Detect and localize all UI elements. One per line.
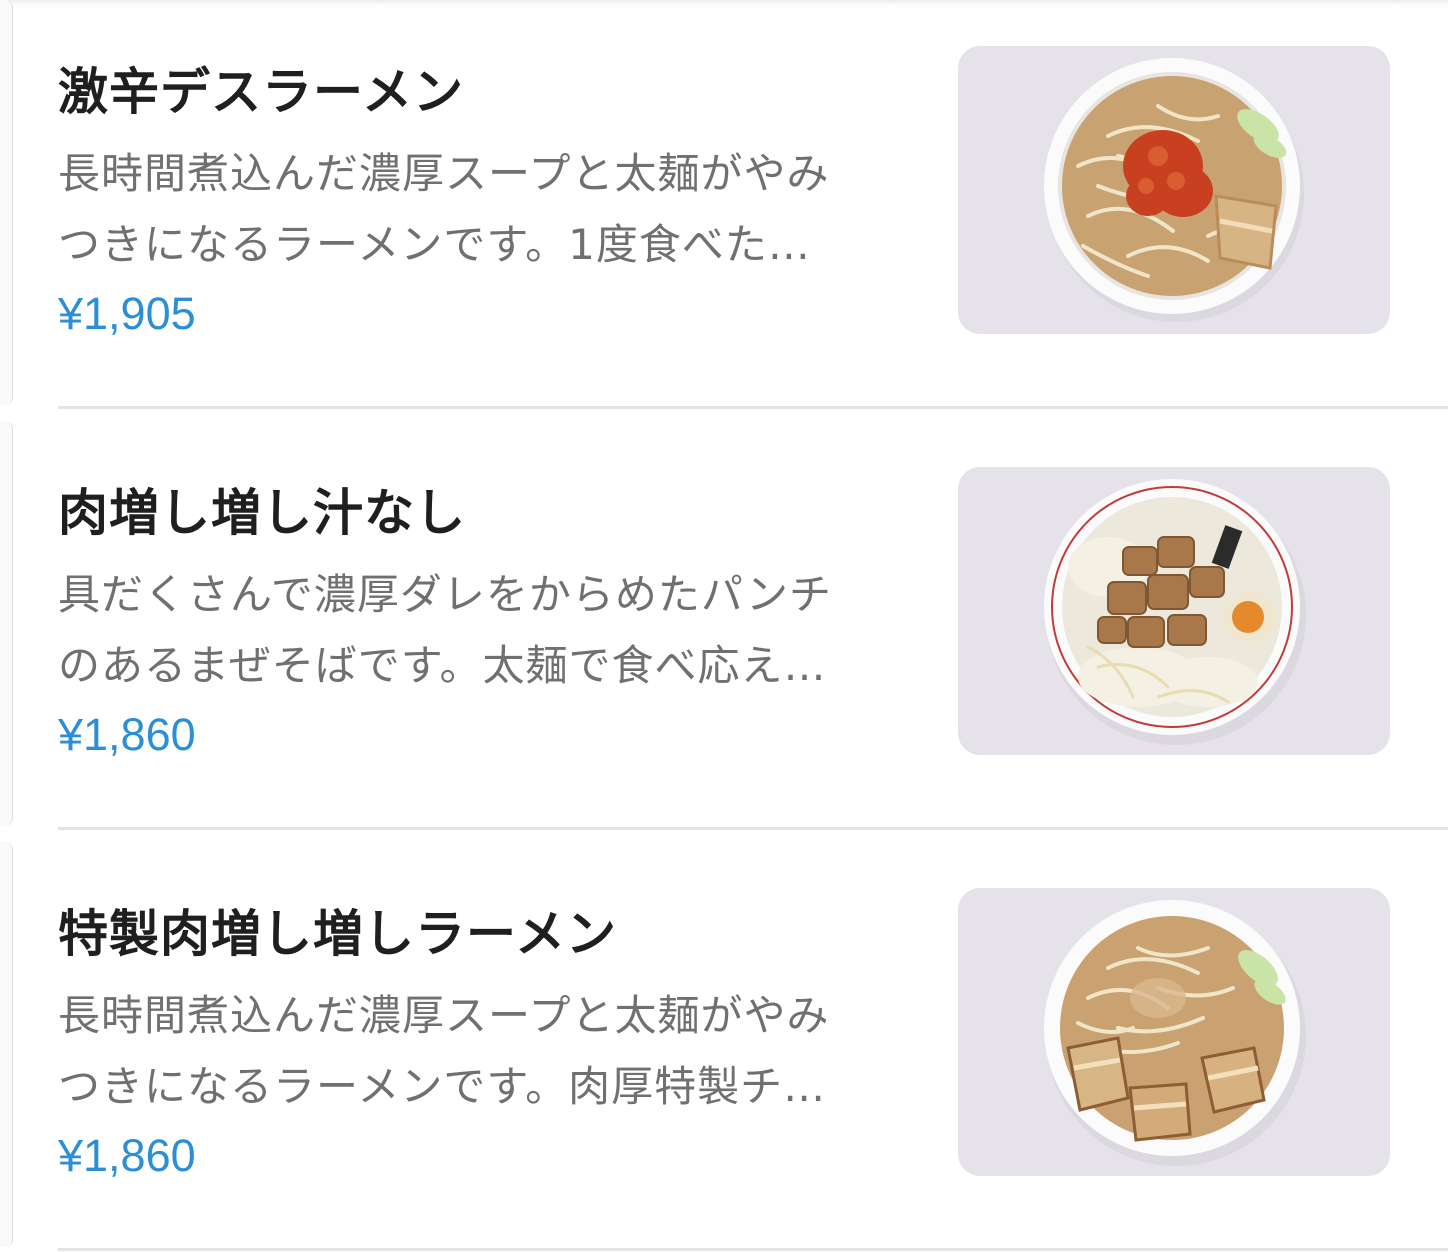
menu-item-card[interactable]: 激辛デスラーメン 長時間煮込んだ濃厚スープと太麺がやみ つきになるラーメンです。… xyxy=(0,0,1448,420)
item-description: 長時間煮込んだ濃厚スープと太麺がやみ つきになるラーメンです。1度食べた… xyxy=(58,138,908,280)
menu-item-card[interactable]: 肉増し増し汁なし 具だくさんで濃厚ダレをからめたパンチ のあるまぜそばです。太麺… xyxy=(0,421,1448,841)
chashu-ramen-bowl-image xyxy=(1044,900,1306,1166)
item-description-line: つきになるラーメンです。1度食べた… xyxy=(58,220,811,269)
card-left-edge xyxy=(0,421,13,826)
item-description-line: 具だくさんで濃厚ダレをからめたパンチ xyxy=(58,570,833,619)
item-description-line: のあるまぜそばです。太麺で食べ応え… xyxy=(58,641,827,690)
ramen-bowl-image xyxy=(1044,58,1304,322)
menu-item-card[interactable]: 特製肉増し増しラーメン 長時間煮込んだ濃厚スープと太麺がやみ つきになるラーメン… xyxy=(0,842,1448,1252)
item-title: 激辛デスラーメン xyxy=(58,63,464,121)
item-price: ¥1,860 xyxy=(58,1130,196,1181)
item-divider xyxy=(58,827,1448,830)
soupless-mazesoba-photo[interactable] xyxy=(958,467,1390,755)
item-description-line: 長時間煮込んだ濃厚スープと太麺がやみ xyxy=(58,149,830,198)
item-divider xyxy=(58,1248,1448,1251)
item-description: 具だくさんで濃厚ダレをからめたパンチ のあるまぜそばです。太麺で食べ応え… xyxy=(58,559,908,701)
item-description: 長時間煮込んだ濃厚スープと太麺がやみ つきになるラーメンです。肉厚特製チ… xyxy=(58,980,908,1122)
item-description-line: 長時間煮込んだ濃厚スープと太麺がやみ xyxy=(58,991,830,1040)
card-left-edge xyxy=(0,842,13,1247)
item-price: ¥1,860 xyxy=(58,709,196,760)
item-title: 肉増し増し汁なし xyxy=(58,484,466,542)
item-price: ¥1,905 xyxy=(58,288,196,339)
menu-page: 激辛デスラーメン 長時間煮込んだ濃厚スープと太麺がやみ つきになるラーメンです。… xyxy=(0,0,1448,1252)
card-left-edge xyxy=(0,0,13,405)
item-description-line: つきになるラーメンです。肉厚特製チ… xyxy=(58,1062,827,1111)
mazesoba-bowl-image xyxy=(1044,479,1306,745)
spicy-ramen-photo[interactable] xyxy=(958,46,1390,334)
item-title: 特製肉増し増しラーメン xyxy=(58,905,617,963)
special-chashu-ramen-photo[interactable] xyxy=(958,888,1390,1176)
item-divider xyxy=(58,406,1448,409)
